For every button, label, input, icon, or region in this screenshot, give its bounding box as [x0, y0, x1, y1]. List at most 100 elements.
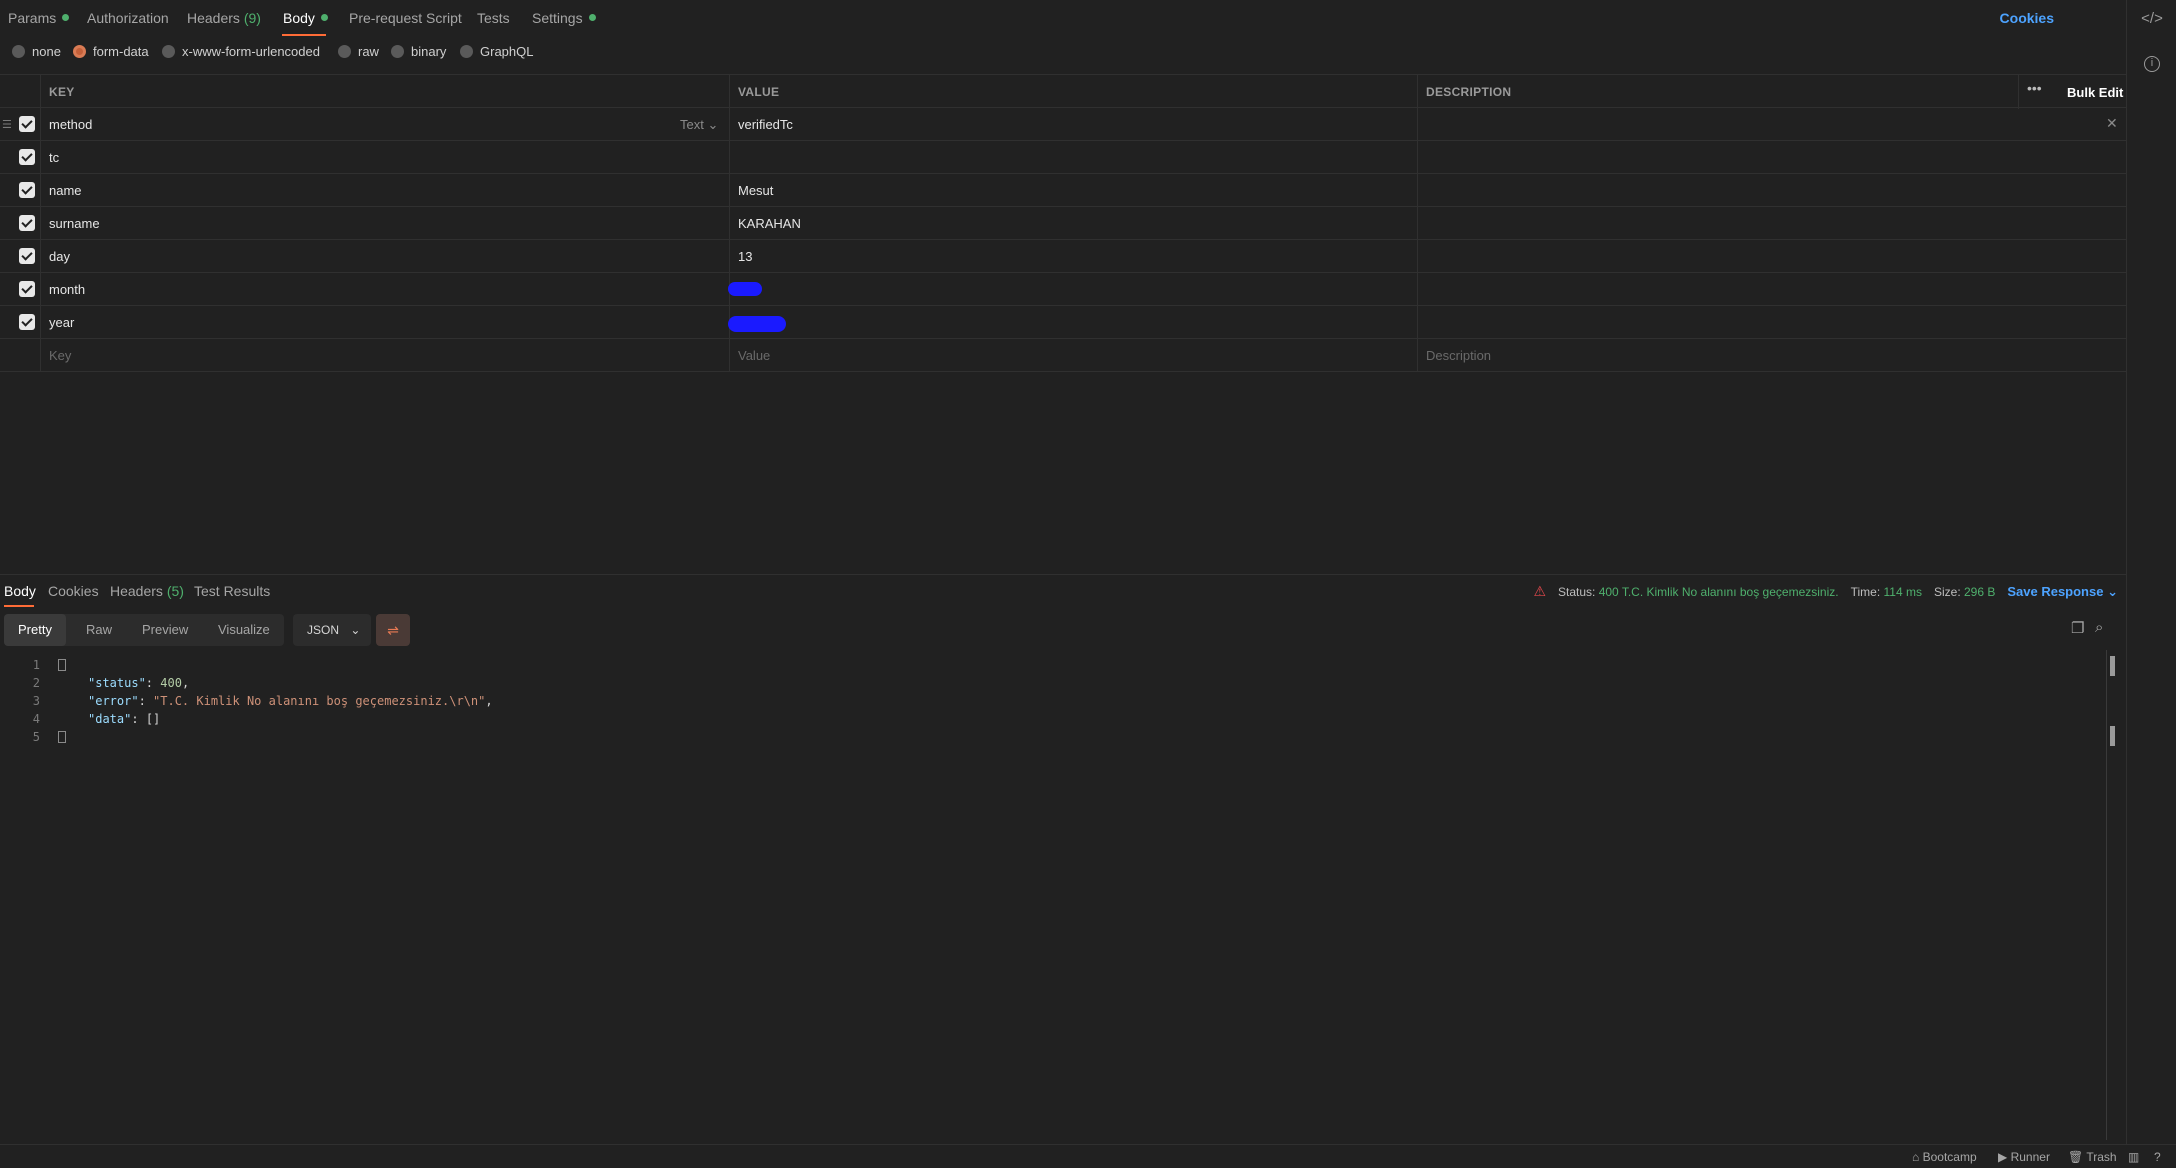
status-text[interactable]: Status: 400 T.C. Kimlik No alanını boş g… — [1558, 585, 1839, 599]
code-line: 2 "status": 400, — [0, 674, 2110, 692]
line-number: 5 — [32, 730, 40, 744]
scrollbar-thumb[interactable] — [2110, 656, 2115, 676]
row-checkbox[interactable] — [19, 314, 35, 330]
new-key-input[interactable]: Key — [49, 348, 71, 363]
code-line: 1 — [0, 656, 2110, 674]
row-key[interactable]: month — [49, 282, 85, 297]
two-pane-icon[interactable]: ▥ — [2128, 1150, 2139, 1164]
redaction-scribble — [728, 282, 762, 296]
radio-circle-icon — [391, 45, 404, 58]
tab-params[interactable]: Params — [8, 10, 70, 26]
save-response-button[interactable]: Save Response ⌄ — [2007, 584, 2118, 600]
table-row: tc — [0, 141, 2126, 174]
radio-circle-icon — [12, 45, 25, 58]
row-checkbox[interactable] — [19, 149, 35, 165]
table-row: day 13 — [0, 240, 2126, 273]
view-preview[interactable]: Preview — [128, 614, 202, 646]
tab-authorization[interactable]: Authorization — [87, 10, 169, 26]
tab-body[interactable]: Body — [283, 10, 328, 26]
row-checkbox[interactable] — [19, 116, 35, 132]
wrap-lines-icon[interactable]: ⇌ — [376, 614, 410, 646]
trash-button[interactable]: 🗑 Trash — [2068, 1150, 2117, 1164]
key-type-select[interactable]: Text ⌄ — [680, 117, 718, 133]
tab-settings[interactable]: Settings — [532, 10, 596, 26]
table-row: ☰ method Text ⌄ verifiedTc ✕ — [0, 108, 2126, 141]
tab-pre-request-script[interactable]: Pre-request Script — [349, 10, 462, 26]
scrollbar-thumb[interactable] — [2110, 726, 2115, 746]
settings-dot-icon — [588, 14, 596, 21]
row-checkbox[interactable] — [19, 182, 35, 198]
fold-icon[interactable] — [58, 659, 66, 671]
bulk-edit-button[interactable]: Bulk Edit — [2067, 85, 2123, 100]
header-separator — [2018, 75, 2019, 109]
table-row: month — [0, 273, 2126, 306]
row-value[interactable]: Mesut — [738, 183, 773, 198]
form-data-table: KEY VALUE DESCRIPTION ••• Bulk Edit ☰ me… — [0, 74, 2126, 372]
status-bar: ⌂ Bootcamp ▶ Runner 🗑 Trash ▥ ? — [0, 1144, 2176, 1168]
radio-graphql[interactable]: GraphQL — [460, 44, 533, 59]
code-icon[interactable]: </> — [2141, 8, 2163, 30]
response-tab-cookies[interactable]: Cookies — [48, 583, 99, 599]
code-line: 5 — [0, 728, 2110, 746]
runner-button[interactable]: ▶ Runner — [1998, 1150, 2050, 1164]
new-value-input[interactable]: Value — [738, 348, 770, 363]
format-select[interactable]: JSON ⌄ — [293, 614, 371, 646]
row-key[interactable]: surname — [49, 216, 100, 231]
row-checkbox[interactable] — [19, 248, 35, 264]
response-status: ⚠ Status: 400 T.C. Kimlik No alanını boş… — [1533, 583, 2118, 600]
response-tab-test-results[interactable]: Test Results — [194, 583, 270, 599]
header-description: DESCRIPTION — [1426, 85, 1512, 99]
row-checkbox[interactable] — [19, 215, 35, 231]
row-key[interactable]: tc — [49, 150, 59, 165]
row-key[interactable]: day — [49, 249, 70, 264]
search-icon[interactable]: ⌕ — [2095, 619, 2103, 636]
bootcamp-button[interactable]: ⌂ Bootcamp — [1912, 1150, 1977, 1164]
radio-form-data[interactable]: form-data — [73, 44, 149, 59]
radio-raw[interactable]: raw — [338, 44, 379, 59]
time-text[interactable]: Time: 114 ms — [1851, 585, 1922, 599]
table-row: year — [0, 306, 2126, 339]
row-key[interactable]: year — [49, 315, 74, 330]
fold-icon[interactable] — [58, 731, 66, 743]
code-text: "error": "T.C. Kimlik No alanını boş geç… — [88, 694, 493, 708]
radio-x-www-form-urlencoded[interactable]: x-www-form-urlencoded — [162, 44, 320, 59]
row-value[interactable]: 13 — [738, 249, 752, 264]
view-visualize[interactable]: Visualize — [204, 614, 284, 646]
tab-headers[interactable]: Headers (9) — [187, 10, 261, 26]
cookies-link[interactable]: Cookies — [2000, 10, 2054, 26]
active-tab-underline — [282, 34, 326, 36]
info-icon[interactable]: i — [2144, 56, 2160, 72]
radio-circle-icon — [338, 45, 351, 58]
header-value: VALUE — [738, 85, 780, 99]
help-icon[interactable]: ? — [2154, 1150, 2161, 1164]
right-sidebar: </> i — [2126, 0, 2176, 1144]
view-pretty[interactable]: Pretty — [4, 614, 66, 646]
response-tab-headers[interactable]: Headers (5) — [110, 583, 184, 599]
table-row: name Mesut — [0, 174, 2126, 207]
row-key[interactable]: method — [49, 117, 92, 132]
network-error-icon[interactable]: ⚠ — [1533, 583, 1546, 600]
view-mode-group: Pretty Raw Preview Visualize — [4, 614, 284, 646]
more-options-icon[interactable]: ••• — [2027, 80, 2042, 96]
chevron-down-icon: ⌄ — [707, 117, 719, 132]
tab-tests[interactable]: Tests — [477, 10, 510, 26]
row-key[interactable]: name — [49, 183, 82, 198]
size-text[interactable]: Size: 296 B — [1934, 585, 1995, 599]
view-raw[interactable]: Raw — [72, 614, 126, 646]
code-text: "data": [] — [88, 712, 161, 726]
copy-icon[interactable]: ❐ — [2071, 619, 2084, 637]
row-value[interactable]: KARAHAN — [738, 216, 801, 231]
row-checkbox[interactable] — [19, 281, 35, 297]
delete-row-icon[interactable]: ✕ — [2106, 115, 2118, 132]
radio-none[interactable]: none — [12, 44, 61, 59]
radio-binary[interactable]: binary — [391, 44, 446, 59]
drag-handle-icon[interactable]: ☰ — [2, 118, 12, 131]
response-bar: Body Cookies Headers (5) Test Results ⚠ … — [0, 574, 2126, 610]
row-value[interactable]: verifiedTc — [738, 117, 793, 132]
response-code-editor[interactable]: 1 2 "status": 400, 3 "error": "T.C. Kiml… — [0, 656, 2110, 746]
column-divider — [2126, 74, 2127, 372]
new-description-input[interactable]: Description — [1426, 348, 1491, 363]
params-dot-icon — [62, 14, 70, 21]
line-number: 3 — [32, 694, 40, 708]
response-tab-body[interactable]: Body — [4, 583, 36, 599]
